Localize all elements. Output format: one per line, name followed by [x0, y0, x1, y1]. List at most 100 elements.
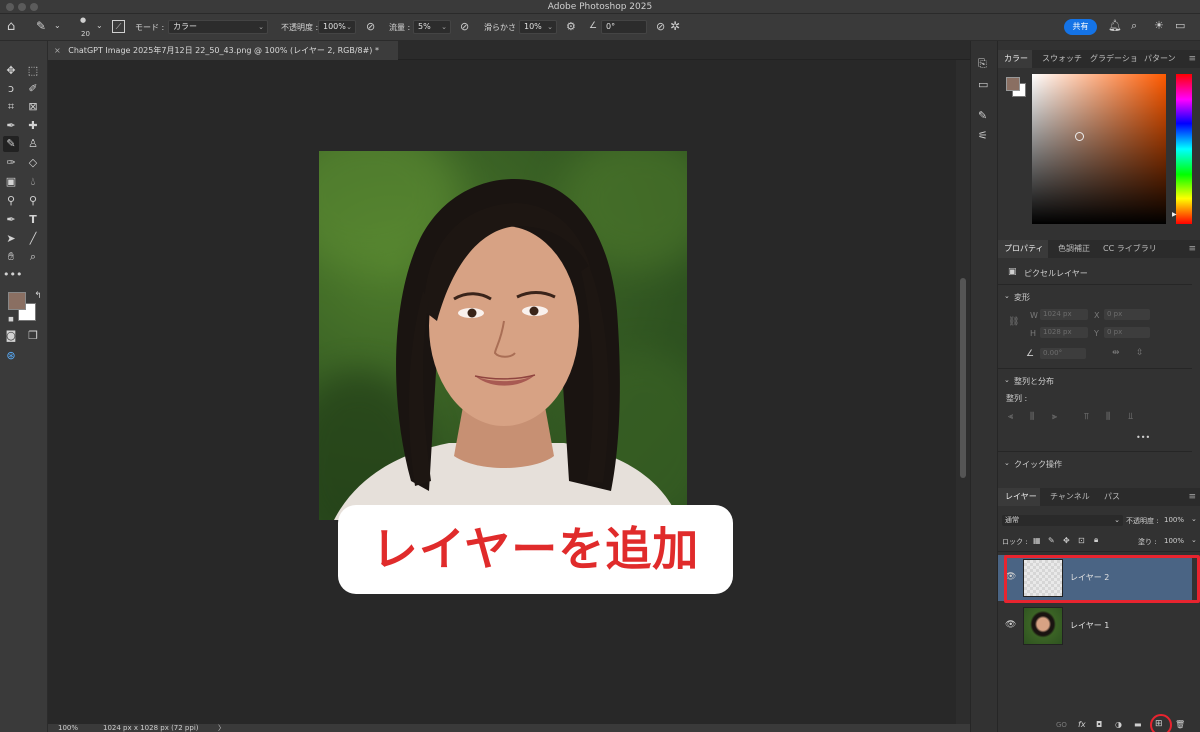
brush-settings-icon[interactable]: ✎ — [978, 109, 987, 122]
height-field[interactable]: 1028 px — [1040, 327, 1088, 338]
chevron-down-icon[interactable]: ⌄ — [1191, 515, 1197, 523]
tab-paths[interactable]: パス — [1104, 488, 1120, 506]
tab-adjustments[interactable]: 色調補正 — [1058, 240, 1090, 258]
airbrush-icon[interactable]: ⊘ — [460, 20, 469, 33]
hand-tool-icon[interactable]: ✋︎ — [3, 249, 19, 265]
close-tab-button[interactable]: × — [54, 46, 61, 55]
more-tools-icon[interactable]: ••• — [3, 267, 22, 283]
canvas-vertical-scrollbar[interactable] — [956, 60, 970, 724]
quick-mask-icon[interactable]: ◙ — [3, 328, 19, 344]
pressure-size-icon[interactable]: ⊘ — [656, 20, 665, 33]
discover-icon[interactable]: ☀ — [1154, 19, 1164, 32]
flip-vertical-icon[interactable]: ⇳ — [1136, 348, 1144, 358]
minimize-window-button[interactable] — [18, 3, 26, 11]
workspace-icon[interactable]: ▭ — [1175, 19, 1185, 32]
lock-all-icon[interactable]: 🔒︎ — [1094, 535, 1098, 545]
document-photo[interactable] — [319, 151, 687, 520]
tab-gradients[interactable]: グラデーショ — [1090, 50, 1138, 68]
brush-settings-panel-icon[interactable]: ⟋ — [112, 20, 125, 33]
chevron-down-icon[interactable]: ⌄ — [1004, 292, 1010, 300]
new-group-icon[interactable]: ▬ — [1134, 720, 1142, 729]
adjustments-icon[interactable]: ⚟ — [978, 129, 988, 142]
align-right-icon[interactable]: ⫸ — [1052, 412, 1057, 422]
link-icon[interactable]: ⛓ — [1008, 317, 1019, 327]
chevron-down-icon[interactable]: ⌄ — [96, 21, 103, 30]
visibility-eye-icon[interactable]: 👁︎ — [1005, 620, 1016, 630]
default-colors-icon[interactable]: ◼ — [3, 311, 19, 327]
tab-cc-libraries[interactable]: CC ライブラリ — [1103, 240, 1157, 258]
chevron-down-icon[interactable]: ⌄ — [1004, 459, 1010, 467]
swap-colors-icon[interactable]: ↰ — [30, 288, 46, 304]
color-picker-cursor[interactable] — [1075, 132, 1084, 141]
lock-artboard-icon[interactable]: ⊡ — [1078, 536, 1085, 545]
add-mask-icon[interactable]: ◘ — [1096, 720, 1102, 729]
pen-tool-icon[interactable]: ✒ — [3, 212, 19, 228]
align-left-icon[interactable]: ⫷ — [1008, 412, 1013, 422]
lock-image-icon[interactable]: ✎ — [1048, 536, 1055, 545]
history-icon[interactable]: ⎘ — [978, 57, 987, 71]
align-bottom-icon[interactable]: ⫫ — [1128, 412, 1133, 422]
lock-position-icon[interactable]: ✥ — [1063, 536, 1070, 545]
width-field[interactable]: 1024 px — [1040, 309, 1088, 320]
panel-menu-icon[interactable]: ≡ — [1188, 50, 1196, 68]
hue-slider[interactable] — [1176, 74, 1192, 224]
sponge-tool-icon[interactable]: ⚲ — [25, 193, 41, 209]
gradient-tool-icon[interactable]: ▣ — [3, 174, 19, 190]
foreground-color-chip[interactable] — [1006, 77, 1020, 91]
adjustment-layer-icon[interactable]: ◑ — [1115, 720, 1122, 729]
tab-properties[interactable]: プロパティ — [998, 240, 1048, 258]
panel-menu-icon[interactable]: ≡ — [1188, 240, 1196, 258]
chevron-down-icon[interactable]: ⌄ — [54, 21, 61, 30]
layer-style-fx-icon[interactable]: fx — [1078, 720, 1086, 729]
delete-layer-icon[interactable]: 🗑︎ — [1175, 720, 1185, 729]
marquee-tool-icon[interactable]: ⬚ — [25, 63, 41, 79]
scrollbar-thumb[interactable] — [960, 278, 966, 478]
share-button[interactable]: 共有 — [1064, 19, 1097, 35]
home-icon[interactable]: ⌂ — [7, 19, 15, 34]
foreground-color-swatch[interactable] — [8, 292, 26, 310]
brush-angle-input[interactable]: 0° — [601, 20, 647, 34]
screen-mode-icon[interactable]: ❐ — [25, 328, 41, 344]
gear-icon[interactable]: ⚙ — [566, 20, 576, 33]
link-layers-icon[interactable]: GO — [1056, 721, 1067, 729]
healing-brush-tool-icon[interactable]: ✚ — [25, 118, 41, 134]
pressure-opacity-icon[interactable]: ⊘ — [366, 20, 375, 33]
layer-name[interactable]: レイヤー 1 — [1070, 620, 1109, 631]
chevron-down-icon[interactable]: ⌄ — [1004, 376, 1010, 384]
crop-tool-icon[interactable]: ⌗ — [3, 99, 19, 115]
tab-swatches[interactable]: スウォッチ — [1042, 50, 1082, 68]
layer-row-layer-1[interactable]: 👁︎ レイヤー 1 — [998, 603, 1192, 649]
lock-transparent-icon[interactable]: ▦ — [1033, 536, 1041, 545]
brush-tool-icon[interactable]: ✎ — [3, 136, 19, 152]
flow-input[interactable]: 5% ⌄ — [413, 20, 451, 34]
chevron-down-icon[interactable]: ⌄ — [1191, 536, 1197, 544]
status-arrow-icon[interactable]: 〉 — [218, 724, 225, 732]
dodge-tool-icon[interactable]: ⚲ — [3, 193, 19, 209]
history-brush-tool-icon[interactable]: ✑ — [3, 155, 19, 171]
generative-icon[interactable]: ⊛ — [3, 348, 19, 364]
x-field[interactable]: 0 px — [1104, 309, 1150, 320]
lasso-tool-icon[interactable]: ↄ — [3, 81, 19, 97]
blend-mode-select[interactable]: 通常 ⌄ — [1002, 515, 1123, 526]
status-zoom[interactable]: 100% — [58, 724, 78, 732]
tab-patterns[interactable]: パターン — [1144, 50, 1176, 68]
rotation-field[interactable]: 0.00° — [1040, 348, 1086, 359]
tab-layers[interactable]: レイヤー — [998, 488, 1040, 506]
close-window-button[interactable] — [6, 3, 14, 11]
eyedropper-tool-icon[interactable]: ✒ — [3, 118, 19, 134]
quick-selection-tool-icon[interactable]: ✐ — [25, 81, 41, 97]
mode-select[interactable]: カラー ⌄ — [168, 20, 268, 34]
eraser-tool-icon[interactable]: ◇ — [25, 155, 41, 171]
path-selection-tool-icon[interactable]: ➤ — [3, 231, 19, 247]
layer-opacity-value[interactable]: 100% — [1164, 516, 1184, 524]
tab-channels[interactable]: チャンネル — [1050, 488, 1090, 506]
smoothing-input[interactable]: 10% ⌄ — [519, 20, 557, 34]
tab-color[interactable]: カラー — [998, 50, 1032, 68]
frame-tool-icon[interactable]: ⊠ — [25, 99, 41, 115]
align-middle-v-icon[interactable]: ⫼ — [1106, 412, 1110, 422]
opacity-input[interactable]: 100% ⌄ — [318, 20, 356, 34]
hue-slider-handle[interactable]: ▶ — [1172, 211, 1177, 218]
clone-stamp-tool-icon[interactable]: ♙ — [25, 136, 41, 152]
more-options-icon[interactable]: ••• — [1136, 433, 1150, 442]
zoom-tool-icon[interactable]: ⌕ — [25, 249, 41, 265]
